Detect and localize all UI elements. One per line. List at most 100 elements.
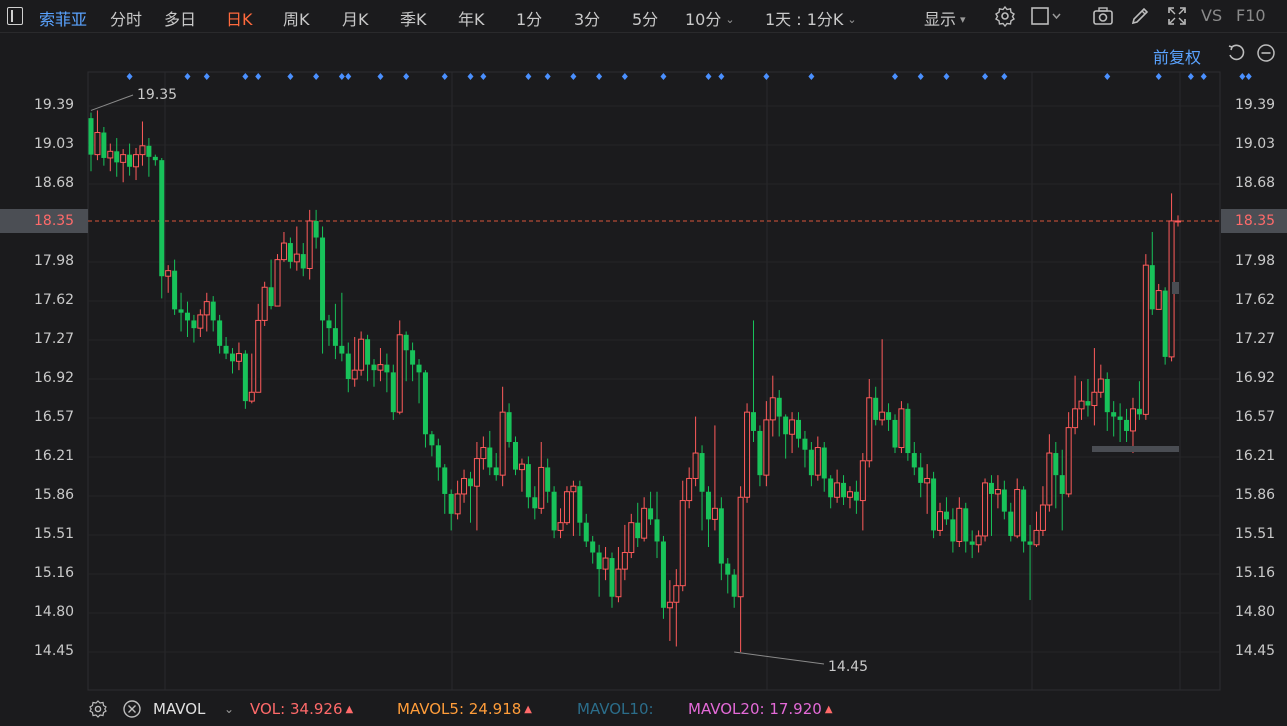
candle	[442, 464, 448, 514]
candle	[905, 403, 911, 461]
candle-body	[152, 156, 158, 161]
candle-body	[127, 154, 133, 167]
candle	[235, 342, 242, 371]
candle	[1168, 193, 1175, 362]
candle	[410, 342, 416, 382]
candle	[1129, 397, 1136, 454]
candle-body	[931, 478, 937, 531]
candle-body	[654, 519, 660, 542]
candle	[416, 359, 422, 404]
mavol10-indicator: MAVOL10:	[577, 700, 654, 718]
candle	[339, 292, 345, 362]
candle	[686, 467, 693, 509]
signal-marker-icon	[480, 73, 487, 80]
candle-body	[988, 482, 994, 494]
candle	[88, 112, 94, 172]
candle	[1046, 434, 1053, 512]
candle	[454, 480, 461, 520]
candle-body	[114, 151, 120, 163]
candle-body	[371, 364, 377, 371]
candle-body	[577, 486, 583, 523]
candle-body	[120, 154, 127, 163]
candle-body	[808, 449, 814, 476]
axis-tick-label: 15.51	[34, 526, 75, 542]
candle	[107, 143, 114, 172]
candle-body	[699, 453, 705, 492]
candle	[628, 513, 635, 559]
signal-marker-icon	[1245, 73, 1252, 80]
candle	[699, 445, 705, 531]
axis-tick-label: 16.92	[1235, 370, 1276, 386]
signal-marker-icon	[338, 73, 345, 80]
candle-body	[480, 447, 487, 460]
candle-body	[499, 411, 506, 476]
candle-body	[1124, 419, 1130, 431]
candle	[808, 442, 814, 487]
candlestick-chart[interactable]	[0, 0, 1287, 726]
candle-body	[1136, 408, 1142, 415]
candle-body	[165, 270, 172, 277]
candle-body	[487, 447, 493, 468]
candle	[396, 320, 403, 415]
candle-body	[1142, 264, 1149, 415]
candle	[802, 430, 808, 468]
candle	[725, 558, 731, 594]
signal-marker-icon	[203, 73, 210, 80]
candle	[184, 301, 190, 337]
candle-body	[846, 491, 853, 498]
candle-body	[268, 287, 274, 307]
candle	[120, 149, 127, 183]
candle	[94, 110, 101, 161]
axis-tick-label: 19.03	[34, 136, 75, 152]
signal-marker-icon	[287, 73, 294, 80]
candle-body	[345, 353, 351, 379]
signal-marker-icon	[544, 73, 551, 80]
candle-body	[859, 460, 866, 502]
signal-marker-icon	[525, 73, 532, 80]
close-icon[interactable]	[122, 699, 142, 719]
candle-body	[731, 574, 737, 597]
axis-tick-label: 18.68	[34, 175, 75, 191]
candle	[563, 486, 570, 525]
settings-icon[interactable]	[88, 699, 108, 719]
candle	[937, 502, 944, 536]
cost-marker	[1172, 282, 1179, 294]
candle	[660, 535, 666, 619]
candle-body	[525, 464, 531, 498]
candle	[403, 331, 409, 382]
current-price-right: 18.35	[1221, 209, 1287, 233]
candle-body	[217, 320, 223, 346]
candle-body	[873, 397, 879, 420]
candle	[769, 375, 776, 437]
candle-body	[879, 411, 886, 421]
candle-body	[796, 419, 802, 439]
candle	[776, 390, 782, 437]
candle-body	[1104, 379, 1110, 413]
candle-body	[1001, 489, 1007, 512]
candle-body	[918, 467, 924, 483]
signal-marker-icon	[943, 73, 950, 80]
candle-body	[467, 478, 473, 487]
candle-body	[107, 150, 114, 159]
candle-body	[763, 419, 770, 476]
candle-body	[1027, 541, 1033, 545]
candle	[518, 458, 525, 492]
axis-tick-label: 17.62	[1235, 292, 1276, 308]
candle-body	[628, 522, 635, 554]
candle	[763, 401, 770, 487]
candle-body	[602, 557, 609, 570]
candle	[994, 475, 1001, 509]
candle-body	[197, 314, 204, 329]
chevron-down-icon[interactable]: ⌄	[224, 702, 234, 716]
candle	[879, 339, 886, 426]
signal-marker-icon	[184, 73, 191, 80]
candle	[127, 143, 133, 176]
high-label: 19.35	[137, 87, 178, 103]
candle-body	[255, 319, 262, 393]
candle-body	[892, 419, 898, 448]
candle-body	[1072, 408, 1079, 429]
candle	[982, 478, 989, 542]
axis-tick-label: 15.86	[1235, 487, 1276, 503]
candle-body	[641, 507, 648, 539]
candle	[956, 497, 963, 547]
